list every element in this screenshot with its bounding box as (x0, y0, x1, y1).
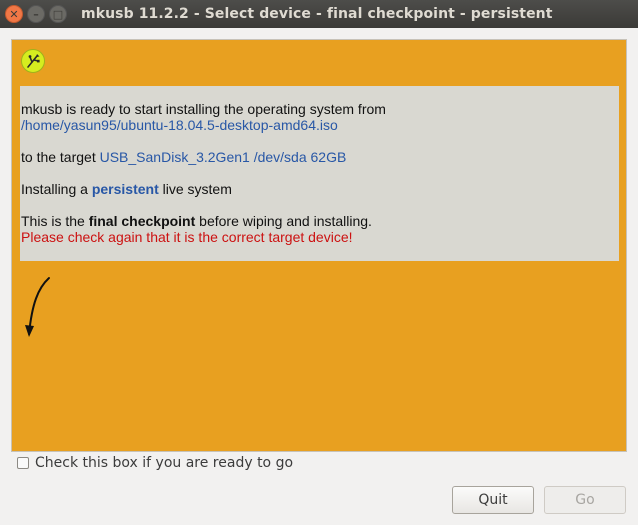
close-icon: ✕ (9, 7, 19, 21)
quit-button[interactable]: Quit (452, 486, 534, 514)
title-bar: ✕ – □ mkusb 11.2.2 - Select device - fin… (0, 0, 638, 28)
ready-checkbox[interactable] (17, 457, 29, 469)
checkpoint-suffix: before wiping and installing. (195, 213, 372, 229)
install-mode: persistent (91, 181, 159, 197)
close-window-button[interactable]: ✕ (5, 5, 23, 23)
usb-icon (21, 49, 45, 73)
mode-prefix: Installing a (21, 181, 92, 197)
mode-suffix: live system (158, 181, 232, 197)
content-panel: mkusb is ready to start installing the o… (11, 39, 627, 452)
intro-text: mkusb is ready to start installing the o… (21, 101, 386, 117)
target-line: to the target USB_SanDisk_3.2Gen1 /dev/s… (21, 149, 619, 165)
mode-line: Installing a persistent live system (21, 181, 619, 197)
window-controls: ✕ – □ (5, 5, 67, 23)
ready-confirmation[interactable]: Check this box if you are ready to go (17, 455, 293, 471)
minimize-icon: – (33, 7, 39, 21)
window-title: mkusb 11.2.2 - Select device - final che… (81, 6, 553, 22)
arrow-down-icon (25, 277, 50, 337)
target-prefix: to the target (21, 149, 100, 165)
go-button[interactable]: Go (544, 486, 626, 514)
warning-text: Please check again that it is the correc… (21, 229, 353, 245)
minimize-window-button[interactable]: – (27, 5, 45, 23)
install-summary: mkusb is ready to start installing the o… (20, 86, 619, 261)
checkpoint-line: This is the final checkpoint before wipi… (21, 213, 619, 229)
target-device: USB_SanDisk_3.2Gen1 /dev/sda 62GB (99, 149, 347, 165)
ready-checkbox-label[interactable]: Check this box if you are ready to go (35, 455, 293, 471)
maximize-window-button[interactable]: □ (49, 5, 67, 23)
checkpoint-prefix: This is the (21, 213, 89, 229)
maximize-icon: □ (52, 7, 64, 21)
checkpoint-emphasis: final checkpoint (88, 213, 196, 229)
iso-path: /home/yasun95/ubuntu-18.04.5-desktop-amd… (21, 117, 338, 133)
